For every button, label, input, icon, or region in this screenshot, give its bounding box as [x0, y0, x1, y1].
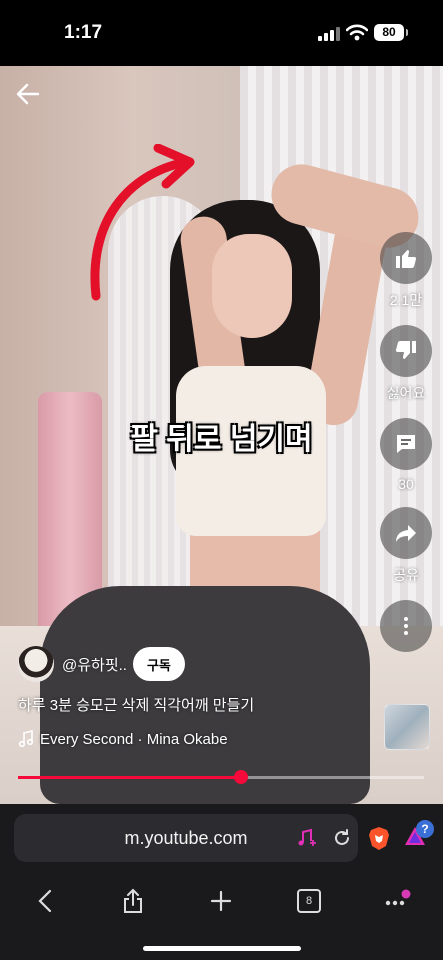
tabs-button[interactable]: 8	[294, 886, 324, 916]
notification-badge: ?	[416, 820, 434, 838]
video-title[interactable]: 하루 3분 승모근 삭제 직각어깨 만들기	[18, 694, 254, 715]
dislike-label: 싫어요	[386, 385, 426, 401]
progress-fill	[18, 776, 242, 779]
browser-chrome: m.youtube.com ? 8	[0, 804, 443, 960]
action-rail: 2.1만 싫어요 30 공유	[379, 232, 433, 667]
music-row[interactable]: Every Second · Mina Okabe	[18, 730, 228, 748]
share-action[interactable]: 공유	[379, 507, 433, 585]
music-note-icon	[18, 730, 34, 748]
like-action[interactable]: 2.1만	[379, 232, 433, 310]
reload-icon[interactable]	[332, 828, 352, 848]
dislike-button[interactable]	[380, 325, 432, 377]
channel-handle[interactable]: @유하핏..	[62, 654, 127, 675]
channel-row: @유하핏.. 구독	[18, 646, 185, 682]
curved-arrow-graphic	[90, 144, 195, 301]
video-player[interactable]: 팔 뒤로 넘기며 2.1만 싫어요 30 공유 @유하핏.. 구독 하루 3분 …	[0, 66, 443, 804]
music-title: Every Second · Mina Okabe	[40, 730, 228, 748]
video-caption: 팔 뒤로 넘기며	[130, 423, 313, 456]
plus-icon	[210, 890, 232, 912]
progress-bar[interactable]	[18, 770, 424, 784]
battery-indicator: 80	[374, 24, 408, 41]
comments-action[interactable]: 30	[379, 418, 433, 492]
status-bar: 1:17 80	[0, 0, 443, 66]
more-horizontal-icon	[385, 889, 411, 906]
channel-avatar[interactable]	[18, 646, 54, 682]
music-playlist-icon[interactable]	[296, 828, 316, 848]
share-page-button[interactable]	[118, 886, 148, 916]
share-button[interactable]	[380, 507, 432, 559]
thumbs-up-icon	[396, 250, 417, 268]
dislike-action[interactable]: 싫어요	[379, 325, 433, 403]
cellular-signal-icon	[318, 27, 340, 41]
more-action[interactable]	[379, 600, 433, 652]
more-vertical-icon	[404, 617, 408, 635]
browser-menu-button[interactable]	[382, 886, 412, 916]
tab-count: 8	[297, 889, 321, 913]
thumbs-down-icon	[395, 341, 416, 359]
browser-back-button[interactable]	[30, 886, 60, 916]
browser-toolbar: 8	[0, 882, 443, 922]
like-count: 2.1만	[389, 292, 423, 308]
wifi-icon	[346, 24, 368, 41]
address-bar[interactable]: m.youtube.com	[14, 814, 358, 862]
share-upload-icon	[124, 888, 142, 913]
home-indicator	[143, 946, 301, 951]
back-arrow-icon[interactable]	[14, 80, 42, 108]
chevron-left-icon	[38, 889, 52, 913]
clock: 1:17	[64, 22, 103, 43]
more-options-button[interactable]	[380, 600, 432, 652]
sound-thumbnail[interactable]	[384, 704, 430, 750]
subscribe-button[interactable]: 구독	[132, 647, 185, 681]
brave-shield-icon[interactable]	[368, 826, 390, 850]
comment-count: 30	[398, 476, 414, 492]
comment-icon	[397, 435, 415, 453]
share-icon	[396, 525, 416, 542]
comments-button[interactable]	[380, 418, 432, 470]
new-tab-button[interactable]	[206, 886, 236, 916]
like-button[interactable]	[380, 232, 432, 284]
person-face	[212, 234, 292, 338]
share-label: 공유	[393, 567, 419, 583]
